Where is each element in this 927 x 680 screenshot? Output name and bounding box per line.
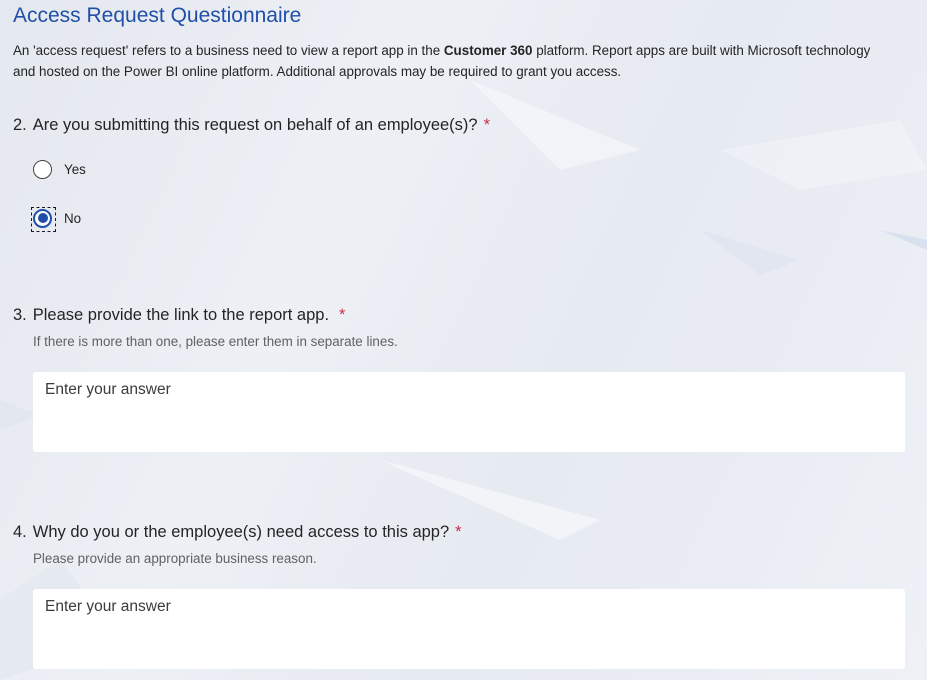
required-asterisk: * <box>339 306 346 324</box>
radio-option-yes[interactable]: Yes <box>33 157 86 181</box>
report-link-input[interactable] <box>33 372 905 452</box>
form-title: Access Request Questionnaire <box>13 4 302 27</box>
form-description: An 'access request' refers to a business… <box>13 40 893 82</box>
radio-option-no[interactable]: No <box>31 206 82 232</box>
question-number: 4. <box>13 523 27 541</box>
radio-label: Yes <box>64 161 86 177</box>
question-number: 3. <box>13 306 27 324</box>
question-3-subtitle: If there is more than one, please enter … <box>33 334 398 349</box>
required-asterisk: * <box>455 523 462 541</box>
question-4-subtitle: Please provide an appropriate business r… <box>33 551 317 566</box>
radio-button[interactable] <box>33 159 52 179</box>
description-text: An 'access request' refers to a business… <box>13 43 444 58</box>
question-text: Why do you or the employee(s) need acces… <box>32 523 450 541</box>
business-reason-input[interactable] <box>33 589 905 669</box>
description-bold-text: Customer 360 <box>443 43 533 58</box>
radio-label: No <box>64 210 82 226</box>
question-text: Please provide the link to the report ap… <box>32 306 330 324</box>
question-number: 2. <box>13 116 27 134</box>
question-2-title: 2. Are you submitting this request on beh… <box>13 116 490 135</box>
required-asterisk: * <box>483 116 491 134</box>
question-text: Are you submitting this request on behal… <box>32 116 478 134</box>
question-4-title: 4. Why do you or the employee(s) need acc… <box>13 523 462 542</box>
question-3-title: 3. Please provide the link to the report … <box>13 306 345 325</box>
radio-button-selected[interactable] <box>33 208 52 228</box>
